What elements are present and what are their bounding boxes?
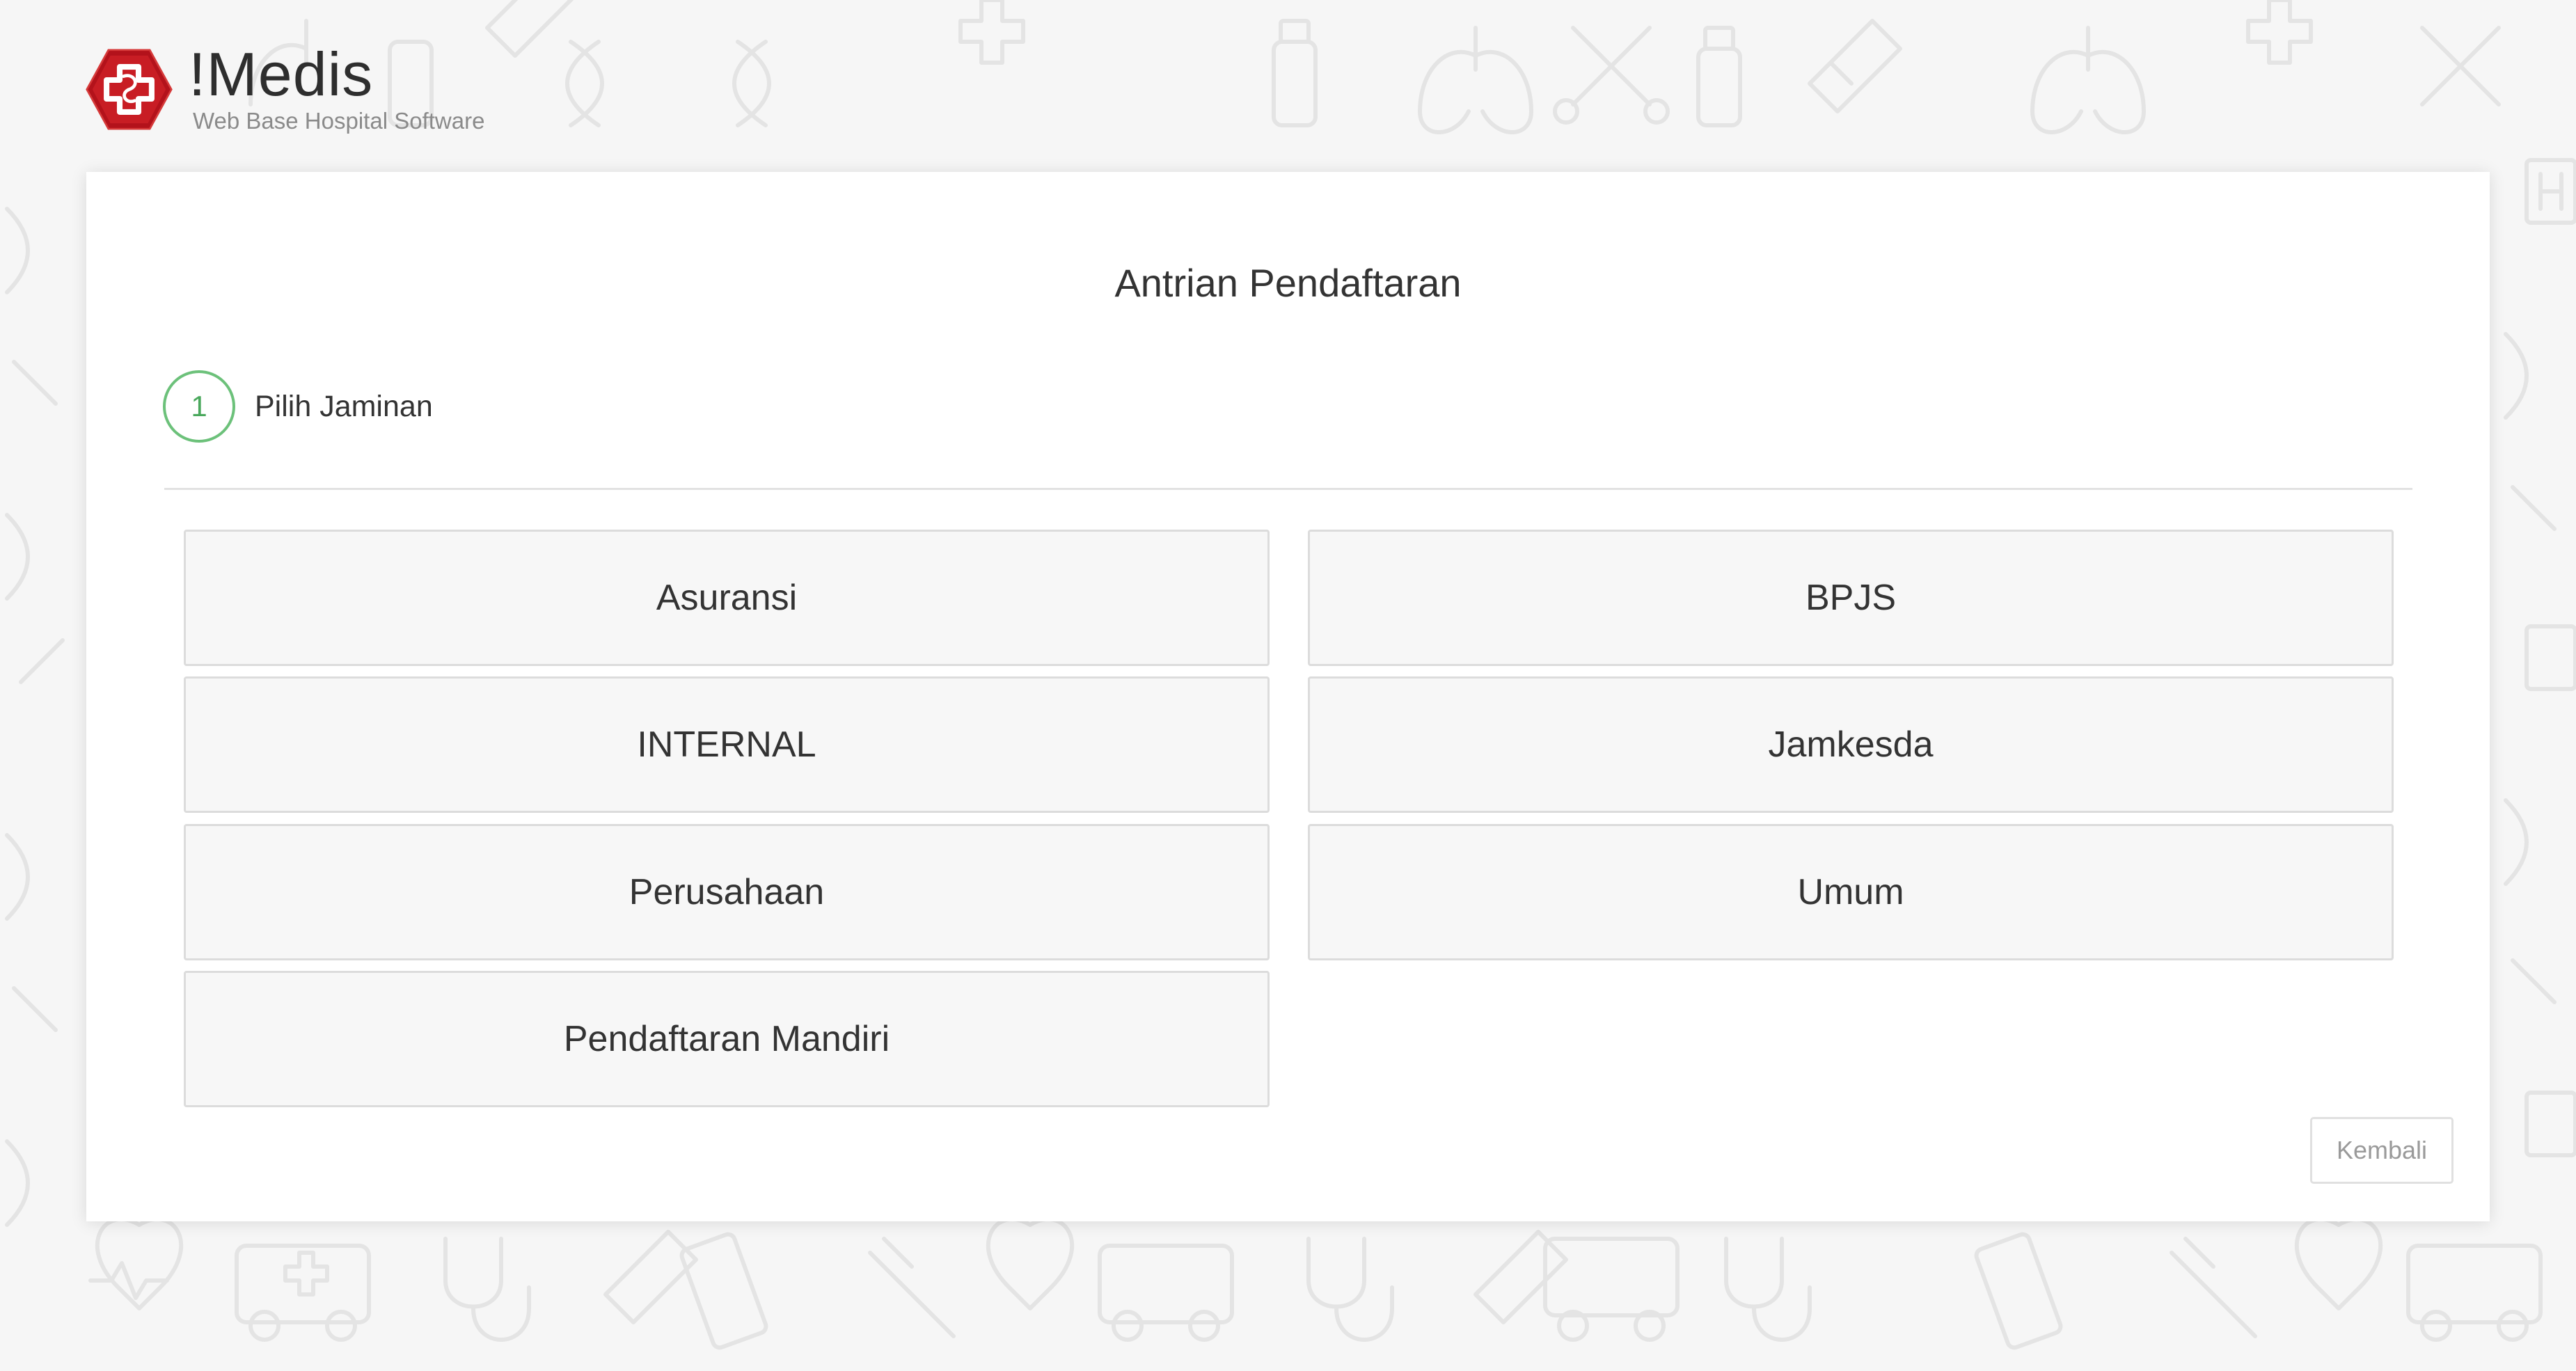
syringe-icon <box>868 1237 956 1338</box>
option-jamkesda-button[interactable]: Jamkesda <box>1308 676 2394 813</box>
divider <box>164 488 2412 490</box>
medical-cross-icon <box>958 0 1025 65</box>
back-button[interactable]: Kembali <box>2310 1117 2453 1184</box>
step-label: Pilih Jaminan <box>255 389 433 423</box>
brand-tagline: Web Base Hospital Software <box>193 108 485 134</box>
red-hexagon-medical-cross-icon <box>86 48 173 130</box>
app-logo: !Medis Web Base Hospital Software <box>82 40 484 138</box>
ambulance-icon <box>235 1244 371 1324</box>
step-indicator: 1 Pilih Jaminan <box>163 370 433 443</box>
option-perusahaan-button[interactable]: Perusahaan <box>184 824 1270 960</box>
scissors-icon <box>1571 26 1652 106</box>
option-internal-button[interactable]: INTERNAL <box>184 676 1270 813</box>
option-bpjs-button[interactable]: BPJS <box>1308 530 2394 666</box>
brand-name: !Medis <box>189 40 374 109</box>
heart-pulse-icon <box>88 1217 183 1310</box>
option-pendaftaran-mandiri-button[interactable]: Pendaftaran Mandiri <box>184 971 1270 1107</box>
bandage-icon <box>1808 19 1902 113</box>
dna-icon <box>565 40 604 127</box>
logo-text: !Medis Web Base Hospital Software <box>189 44 484 134</box>
step-number-badge: 1 <box>163 370 235 443</box>
option-asuransi-button[interactable]: Asuransi <box>184 530 1270 666</box>
option-umum-button[interactable]: Umum <box>1308 824 2394 960</box>
pill-pack-icon <box>679 1232 768 1350</box>
lungs-icon <box>1418 26 1533 134</box>
stethoscope-icon <box>443 1237 531 1342</box>
queue-registration-panel: Antrian Pendaftaran 1 Pilih Jaminan Asur… <box>86 172 2490 1221</box>
page-title: Antrian Pendaftaran <box>1114 261 1462 305</box>
medicine-bottle-icon <box>1272 40 1318 127</box>
